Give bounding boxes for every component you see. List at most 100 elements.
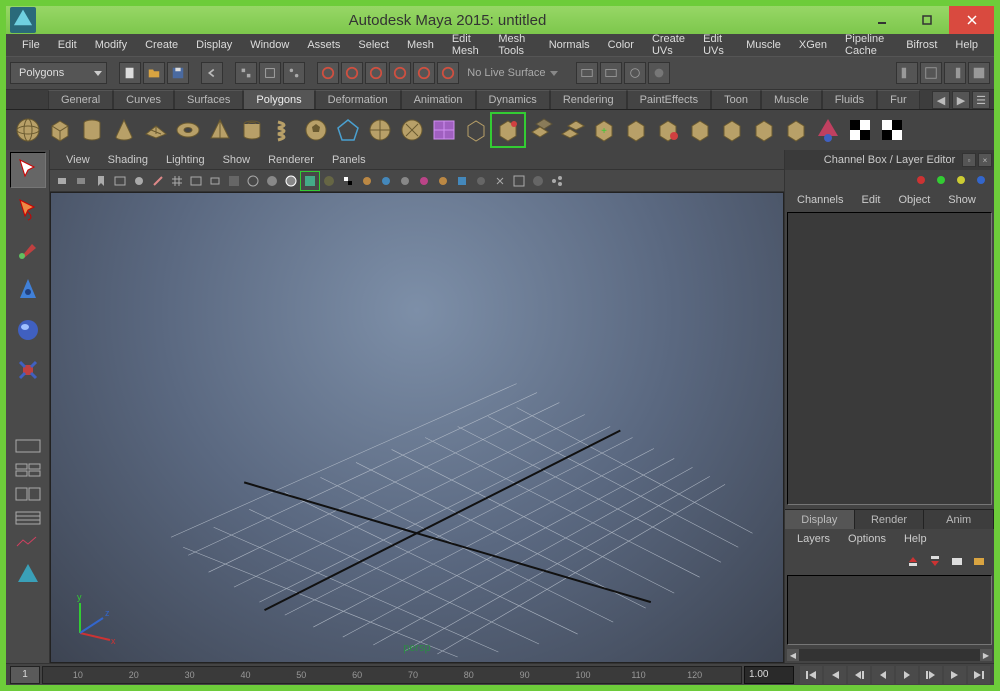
- menu-display[interactable]: Display: [188, 36, 240, 54]
- layer-tab-anim[interactable]: Anim: [924, 510, 994, 529]
- poly-append-icon[interactable]: +: [588, 114, 620, 146]
- key-back-button[interactable]: [848, 666, 870, 684]
- scale-tool[interactable]: [10, 352, 46, 388]
- cb-mode1-icon[interactable]: [912, 171, 930, 189]
- single-persp-layout[interactable]: [10, 436, 46, 456]
- poly-mirror-icon[interactable]: [748, 114, 780, 146]
- poly-booleans-icon[interactable]: [620, 114, 652, 146]
- new-scene-button[interactable]: [119, 62, 141, 84]
- menu-color[interactable]: Color: [600, 36, 642, 54]
- poly-type-icon[interactable]: [364, 114, 396, 146]
- current-frame-field[interactable]: 1: [10, 666, 40, 684]
- play-forward-button[interactable]: [896, 666, 918, 684]
- cb-menu-object[interactable]: Object: [890, 192, 938, 208]
- go-end-button[interactable]: [968, 666, 990, 684]
- panel-menu-shading[interactable]: Shading: [100, 152, 156, 168]
- shelf-tab-deformation[interactable]: Deformation: [315, 90, 401, 109]
- vt-isolate-icon[interactable]: [358, 172, 376, 190]
- module-selector[interactable]: Polygons: [10, 62, 107, 84]
- poly-bridge-icon[interactable]: [556, 114, 588, 146]
- shelf-tab-muscle[interactable]: Muscle: [761, 90, 822, 109]
- vt-lights-icon[interactable]: [320, 172, 338, 190]
- shelf-scroll-right-icon[interactable]: ▶: [952, 91, 970, 109]
- select-hierarchy-button[interactable]: [235, 62, 257, 84]
- poly-cube-icon[interactable]: [44, 114, 76, 146]
- render-settings-button[interactable]: [624, 62, 646, 84]
- vt-xray-joints-icon[interactable]: [396, 172, 414, 190]
- vt-shaded-icon[interactable]: [263, 172, 281, 190]
- vt-bookmark-icon[interactable]: [92, 172, 110, 190]
- poly-helix-icon[interactable]: [268, 114, 300, 146]
- poly-plane-icon[interactable]: [140, 114, 172, 146]
- maya-logo-icon[interactable]: [10, 556, 46, 592]
- sidebar-toggle-1[interactable]: [896, 62, 918, 84]
- vt-2d-pan-icon[interactable]: [130, 172, 148, 190]
- vt-image-plane-icon[interactable]: [111, 172, 129, 190]
- layer-new-empty-icon[interactable]: [948, 552, 966, 570]
- vt-xray-icon[interactable]: [377, 172, 395, 190]
- menu-mesh[interactable]: Mesh: [399, 36, 442, 54]
- vt-camera-attr-icon[interactable]: [73, 172, 91, 190]
- four-view-layout[interactable]: [10, 460, 46, 480]
- cb-mode2-icon[interactable]: [932, 171, 950, 189]
- shelf-tab-fur[interactable]: Fur: [877, 90, 920, 109]
- menu-normals[interactable]: Normals: [541, 36, 598, 54]
- poly-cone-icon[interactable]: [108, 114, 140, 146]
- menu-select[interactable]: Select: [350, 36, 397, 54]
- checker-icon[interactable]: [844, 114, 876, 146]
- poly-create-highlighted-icon[interactable]: [428, 114, 460, 146]
- layer-moveup-icon[interactable]: [904, 552, 922, 570]
- layer-new-selected-icon[interactable]: [970, 552, 988, 570]
- poly-torus-icon[interactable]: [172, 114, 204, 146]
- sidebar-toggle-2[interactable]: [920, 62, 942, 84]
- shelf-tab-painteffects[interactable]: PaintEffects: [627, 90, 712, 109]
- rotate-tool[interactable]: [10, 312, 46, 348]
- vt-shaded-wire-icon[interactable]: [282, 172, 300, 190]
- layer-scrollbar[interactable]: ◀ ▶: [787, 649, 992, 661]
- poly-separate-icon[interactable]: [492, 114, 524, 146]
- panel-menu-renderer[interactable]: Renderer: [260, 152, 322, 168]
- panel-menu-show[interactable]: Show: [215, 152, 259, 168]
- menu-bifrost[interactable]: Bifrost: [898, 36, 945, 54]
- layer-tab-display[interactable]: Display: [785, 510, 855, 529]
- poly-sphere-icon[interactable]: [12, 114, 44, 146]
- vt-gate-mask-icon[interactable]: [225, 172, 243, 190]
- vt-textured-icon[interactable]: [301, 172, 319, 190]
- graph-layout[interactable]: [10, 532, 46, 552]
- poly-platonic-icon[interactable]: [332, 114, 364, 146]
- layer-menu-options[interactable]: Options: [840, 531, 894, 547]
- poly-pyramid-icon[interactable]: [204, 114, 236, 146]
- panel-menu-view[interactable]: View: [58, 152, 98, 168]
- ipr-render-button[interactable]: [600, 62, 622, 84]
- vt-grid-icon[interactable]: [168, 172, 186, 190]
- time-slider[interactable]: 10 20 30 40 50 60 70 80 90 100 110 120: [42, 666, 742, 684]
- vt-viewport-2-icon[interactable]: [510, 172, 528, 190]
- snap-plane-button[interactable]: [389, 62, 411, 84]
- sidebar-toggle-3[interactable]: [944, 62, 966, 84]
- shelf-tab-general[interactable]: General: [48, 90, 113, 109]
- menu-help[interactable]: Help: [947, 36, 986, 54]
- menu-window[interactable]: Window: [242, 36, 297, 54]
- poly-cylinder-icon[interactable]: [76, 114, 108, 146]
- go-start-button[interactable]: [800, 666, 822, 684]
- shelf-tab-surfaces[interactable]: Surfaces: [174, 90, 243, 109]
- vt-shadows-icon[interactable]: [339, 172, 357, 190]
- make-live-button[interactable]: [437, 62, 459, 84]
- vt-exposure-icon[interactable]: [491, 172, 509, 190]
- outliner-layout[interactable]: [10, 508, 46, 528]
- cb-menu-show[interactable]: Show: [940, 192, 984, 208]
- vt-grease-icon[interactable]: [149, 172, 167, 190]
- step-forward-button[interactable]: [944, 666, 966, 684]
- poly-pipe-icon[interactable]: [236, 114, 268, 146]
- maximize-button[interactable]: [904, 6, 949, 34]
- vt-dof-icon[interactable]: [472, 172, 490, 190]
- menu-create[interactable]: Create: [137, 36, 186, 54]
- key-forward-button[interactable]: [920, 666, 942, 684]
- poly-prism-icon[interactable]: [396, 114, 428, 146]
- play-back-button[interactable]: [872, 666, 894, 684]
- cb-menu-channels[interactable]: Channels: [789, 192, 851, 208]
- menu-edit[interactable]: Edit: [50, 36, 85, 54]
- vt-render-icon[interactable]: [529, 172, 547, 190]
- menu-file[interactable]: File: [14, 36, 48, 54]
- snap-grid-button[interactable]: [317, 62, 339, 84]
